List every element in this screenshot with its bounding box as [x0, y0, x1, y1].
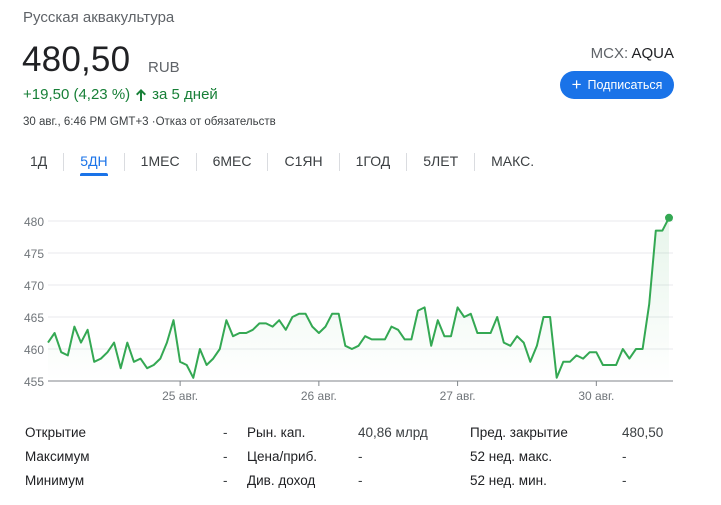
stat-label: 52 нед. мин. — [470, 473, 547, 488]
tab-7[interactable]: МАКС. — [475, 148, 550, 178]
plus-icon: + — [571, 74, 582, 94]
stat-value: - — [223, 425, 228, 440]
stat-label: Минимум — [25, 473, 85, 488]
stat-label: 52 нед. макс. — [470, 449, 553, 464]
stat-label: Открытие — [25, 425, 87, 440]
y-tick-label: 475 — [24, 247, 44, 261]
price-chart: 480 475 470 465 460 455 25 авг. 26 авг. 27 авг. 3… — [24, 213, 673, 403]
exchange-label: MCX: — [590, 45, 632, 62]
current-price: 480,50 — [22, 40, 131, 79]
subscribe-label: Подписаться — [587, 78, 663, 92]
change-period: за 5 дней — [152, 86, 218, 103]
y-tick-label: 465 — [24, 311, 44, 325]
stat-value: - — [223, 449, 228, 464]
range-tabs: 1Д 5ДН 1МЕС 6МЕС С1ЯН 1ГОД 5ЛЕТ МАКС. — [14, 148, 550, 178]
stat-value: - — [223, 473, 228, 488]
ticker-symbol: MCX: AQUA — [591, 45, 674, 62]
arrow-up-icon — [136, 88, 147, 101]
stat-value: - — [358, 473, 363, 488]
stats-table: Открытие - Максимум - Минимум - Рын. кап. 40,86… — [25, 425, 675, 497]
symbol-label: AQUA — [631, 45, 674, 62]
x-tick-label: 26 авг. — [301, 389, 337, 403]
tab-5[interactable]: 1ГОД — [340, 148, 407, 178]
company-name: Русская аквакультура — [23, 9, 175, 26]
tab-2[interactable]: 1МЕС — [125, 148, 196, 178]
x-tick-label: 30 авг. — [578, 389, 614, 403]
y-tick-label: 460 — [24, 343, 44, 357]
price-change: +19,50 (4,23 %) за 5 дней — [23, 86, 218, 103]
y-tick-label: 470 — [24, 279, 44, 293]
tab-1[interactable]: 5ДН — [64, 148, 123, 178]
subscribe-button[interactable]: + Подписаться — [560, 71, 674, 99]
stat-label: Максимум — [25, 449, 90, 464]
tab-6[interactable]: 5ЛЕТ — [407, 148, 474, 178]
change-value: +19,50 (4,23 %) — [23, 86, 131, 103]
stat-label: Див. доход — [247, 473, 316, 488]
y-tick-label: 480 — [24, 215, 44, 229]
stat-value: 40,86 млрд — [358, 425, 428, 440]
y-tick-label: 455 — [24, 375, 44, 389]
tab-0[interactable]: 1Д — [14, 148, 63, 178]
tab-3[interactable]: 6МЕС — [197, 148, 268, 178]
stat-value: - — [622, 449, 627, 464]
stat-value: - — [622, 473, 627, 488]
timestamp-disclaimer[interactable]: 30 авг., 6:46 PM GMT+3 ·Отказ от обязате… — [23, 116, 276, 128]
currency-code: RUB — [148, 59, 180, 76]
stat-label: Рын. кап. — [247, 425, 306, 440]
x-tick-label: 25 авг. — [162, 389, 198, 403]
stat-label: Пред. закрытие — [470, 425, 568, 440]
x-tick-label: 27 авг. — [440, 389, 476, 403]
stat-value: - — [358, 449, 363, 464]
stat-value: 480,50 — [622, 425, 664, 440]
tab-4[interactable]: С1ЯН — [268, 148, 338, 178]
last-point-marker — [665, 213, 673, 222]
stat-label: Цена/приб. — [247, 449, 318, 464]
